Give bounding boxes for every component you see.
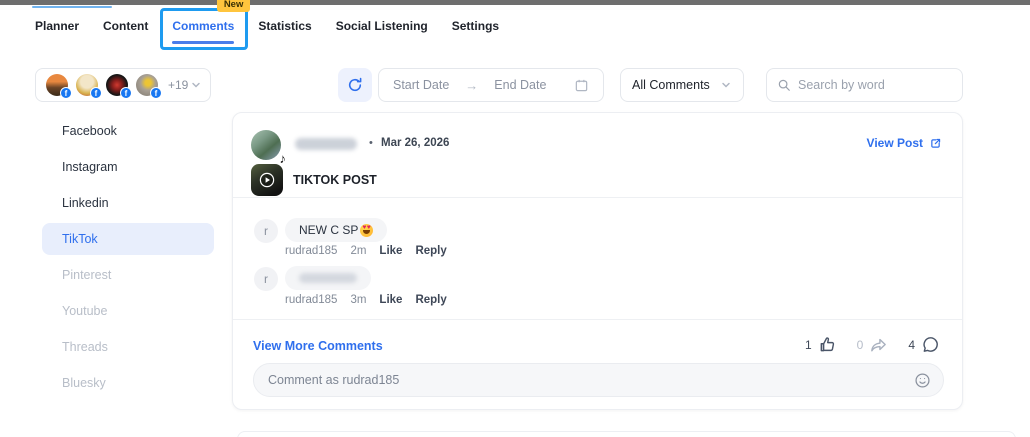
view-more-comments-link[interactable]: View More Comments bbox=[253, 339, 383, 353]
shares-value: 0 bbox=[857, 338, 864, 352]
search-icon bbox=[777, 78, 791, 92]
comment-time: 3m bbox=[350, 294, 366, 306]
refresh-icon bbox=[347, 77, 363, 93]
sidebar-item-youtube[interactable]: Youtube bbox=[42, 295, 214, 327]
app-window: Planner Content New Comments Statistics … bbox=[0, 0, 1030, 437]
reply-button[interactable]: Reply bbox=[415, 245, 446, 257]
comment-author: rudrad185 bbox=[285, 245, 337, 257]
likes-value: 1 bbox=[805, 338, 812, 352]
post-card: ♪ • Mar 26, 2026 View Post TIKTOK POST r… bbox=[232, 112, 963, 410]
tab-social-listening[interactable]: Social Listening bbox=[336, 19, 428, 33]
avatar: f bbox=[76, 74, 98, 96]
reactions-bar: 1 0 4 bbox=[805, 335, 940, 354]
view-post-label: View Post bbox=[867, 136, 923, 150]
divider bbox=[233, 197, 962, 198]
sidebar-item-bluesky[interactable]: Bluesky bbox=[42, 367, 214, 399]
search-field bbox=[766, 68, 963, 102]
shares-count[interactable]: 0 bbox=[857, 335, 889, 354]
sidebar-item-threads[interactable]: Threads bbox=[42, 331, 214, 363]
avatar: f bbox=[106, 74, 128, 96]
comment-input[interactable] bbox=[268, 373, 914, 387]
post-author-name-redacted bbox=[295, 138, 357, 150]
comment-meta: rudrad185 2m Like Reply bbox=[285, 245, 447, 257]
tab-content[interactable]: Content bbox=[103, 19, 148, 33]
comments-filter-value: All Comments bbox=[632, 78, 710, 92]
commenter-avatar: r bbox=[254, 219, 278, 243]
tab-settings[interactable]: Settings bbox=[452, 19, 499, 33]
sidebar-item-facebook[interactable]: Facebook bbox=[42, 115, 214, 147]
start-date-placeholder: Start Date bbox=[393, 78, 449, 92]
comment-bubble bbox=[285, 266, 371, 290]
end-date-placeholder: End Date bbox=[494, 78, 546, 92]
comments-filter-select[interactable]: All Comments bbox=[620, 68, 744, 102]
sidebar-item-pinterest[interactable]: Pinterest bbox=[42, 259, 214, 291]
commenter-avatar: r bbox=[254, 267, 278, 291]
tab-statistics[interactable]: Statistics bbox=[258, 19, 311, 33]
comment-bubble-icon bbox=[921, 335, 940, 354]
avatar: f bbox=[136, 74, 158, 96]
next-card-top-edge bbox=[237, 431, 1016, 437]
share-arrow-icon bbox=[869, 335, 888, 354]
active-tab-indicator bbox=[172, 41, 234, 44]
facebook-badge-icon: f bbox=[120, 87, 132, 99]
emoji-picker-icon[interactable] bbox=[914, 372, 931, 389]
facebook-badge-icon: f bbox=[90, 87, 102, 99]
date-range-picker[interactable]: Start Date → End Date bbox=[378, 68, 604, 102]
comment-author: rudrad185 bbox=[285, 294, 337, 306]
calendar-icon bbox=[574, 78, 589, 93]
comment-text-redacted bbox=[299, 273, 357, 283]
comment-text: NEW C SP bbox=[299, 223, 358, 237]
sidebar-item-linkedin[interactable]: Linkedin bbox=[42, 187, 214, 219]
view-post-link[interactable]: View Post bbox=[867, 136, 942, 150]
tab-comments[interactable]: New Comments bbox=[172, 19, 234, 33]
comment-input-wrapper bbox=[253, 363, 944, 397]
network-sidebar: Facebook Instagram Linkedin TikTok Pinte… bbox=[42, 115, 214, 403]
post-author-avatar: ♪ bbox=[251, 130, 281, 160]
post-thumbnail[interactable] bbox=[251, 164, 283, 196]
chevron-down-icon bbox=[190, 79, 202, 91]
post-type-label: TIKTOK POST bbox=[293, 173, 377, 187]
likes-count[interactable]: 1 bbox=[805, 335, 837, 354]
tab-comments-label: Comments bbox=[172, 19, 234, 33]
search-input[interactable] bbox=[798, 78, 952, 92]
comments-count[interactable]: 4 bbox=[908, 335, 940, 354]
play-icon bbox=[258, 171, 276, 189]
new-badge: New bbox=[217, 0, 251, 12]
heart-eyes-emoji-icon bbox=[360, 224, 373, 237]
dot-separator: • bbox=[369, 137, 373, 149]
profile-selector[interactable]: f f f f +19 bbox=[35, 68, 211, 102]
main-nav: Planner Content New Comments Statistics … bbox=[35, 0, 499, 52]
comments-value: 4 bbox=[908, 338, 915, 352]
facebook-badge-icon: f bbox=[150, 87, 162, 99]
more-profiles-count: +19 bbox=[168, 78, 188, 92]
sidebar-item-tiktok[interactable]: TikTok bbox=[42, 223, 214, 255]
divider bbox=[233, 319, 962, 320]
like-button[interactable]: Like bbox=[379, 294, 402, 306]
refresh-button[interactable] bbox=[338, 68, 372, 102]
avatar: f bbox=[46, 74, 68, 96]
comment-bubble: NEW C SP bbox=[285, 218, 387, 242]
tiktok-note-icon: ♪ bbox=[280, 151, 287, 166]
external-link-icon bbox=[929, 137, 942, 150]
comment-meta: rudrad185 3m Like Reply bbox=[285, 294, 447, 306]
post-date: Mar 26, 2026 bbox=[381, 137, 449, 149]
sidebar-item-instagram[interactable]: Instagram bbox=[42, 151, 214, 183]
thumbs-up-icon bbox=[818, 335, 837, 354]
arrow-right-icon: → bbox=[465, 78, 478, 93]
tab-planner[interactable]: Planner bbox=[35, 19, 79, 33]
comment-time: 2m bbox=[350, 245, 366, 257]
facebook-badge-icon: f bbox=[60, 87, 72, 99]
chevron-down-icon bbox=[720, 79, 732, 91]
like-button[interactable]: Like bbox=[379, 245, 402, 257]
reply-button[interactable]: Reply bbox=[415, 294, 446, 306]
